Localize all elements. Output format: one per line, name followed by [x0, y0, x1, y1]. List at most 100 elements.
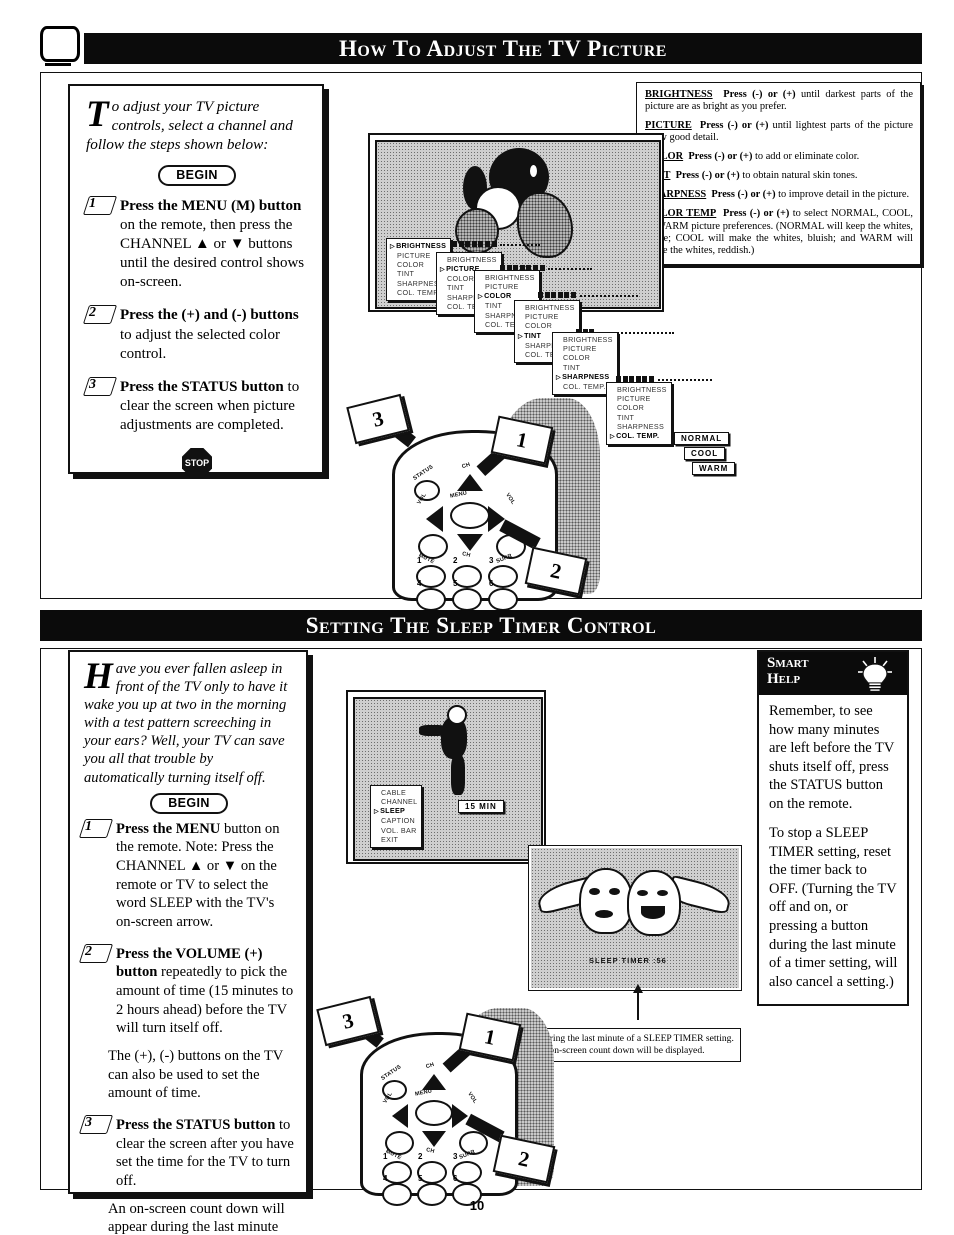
tragedy-mask-mouth [595, 910, 613, 918]
comedy-mask-mouth [641, 906, 665, 919]
section2-instruction-panel: Have you ever fallen asleep in front of … [68, 650, 308, 1235]
section1-step-3: 3 Press the STATUS button to clear the s… [82, 377, 308, 436]
section2-dropcap: H [84, 656, 113, 697]
osd-item-brightness: BRIGHTNESS [563, 335, 613, 344]
sleep-timer-countdown: SLEEP TIMER :56 [589, 956, 667, 965]
cartoon-blob-gray-2 [517, 192, 573, 258]
number-key-6-label: 6 [489, 579, 494, 588]
section1-step-1: 1 Press the MENU (M) button on the remot… [82, 195, 308, 293]
section1-step-2-rest: to adjust the selected color control. [120, 326, 280, 362]
osd-item-channel: CHANNEL [381, 797, 418, 807]
osd-item-brightness: BRIGHTNESS [525, 303, 575, 312]
tragedy-mask-eye-left [589, 888, 600, 895]
cartoon-blob-gray [455, 208, 499, 254]
menu-button[interactable] [450, 502, 490, 529]
number-key-2-label: 2 [453, 556, 458, 565]
osd-level-bar-3 [538, 292, 638, 298]
section1-banner: How to Adjust the TV Picture [84, 33, 922, 64]
volume-down-button[interactable] [426, 506, 443, 532]
osd-item-sharpness: SHARPNESS [556, 372, 613, 382]
masks-illustration: SLEEP TIMER :56 [528, 845, 742, 991]
definition-picture: PICTURE Press (-) or (+) until lightest … [645, 120, 913, 144]
step-number-2: 2 [78, 943, 114, 963]
section2-title: Setting the Sleep Timer Control [305, 612, 657, 638]
step-number-1: 1 [82, 195, 118, 215]
section2-banner: Setting the Sleep Timer Control [40, 610, 922, 641]
menu-button[interactable] [415, 1100, 453, 1126]
step-number-3: 3 [78, 1115, 114, 1135]
osd-item-brightness: BRIGHTNESS [447, 255, 497, 264]
color-temp-option-normal: NORMAL [674, 432, 730, 445]
section2-step-2: 2 Press the VOLUME (+) button repeatedly… [78, 943, 294, 1038]
number-key-1-label: 1 [383, 1152, 388, 1161]
osd-item-vol-bar: VOL. BAR [381, 825, 417, 835]
definition-tint: TINT Press (-) or (+) to obtain natural … [645, 170, 858, 182]
number-key-3-label: 3 [489, 556, 494, 565]
number-key-4-label: 4 [383, 1174, 388, 1183]
countdown-pointer-arrow [633, 984, 643, 1020]
osd-menu-sleep: CABLE CHANNEL SLEEP CAPTION VOL. BAR EXI… [370, 785, 423, 849]
color-temp-option-cool: COOL [684, 447, 726, 460]
section2-extra-paragraph-1: The (+), (-) buttons on the TV can also … [108, 1048, 284, 1102]
comedy-mask-eye-left [637, 890, 648, 896]
channel-down-button[interactable] [457, 534, 483, 551]
section1-begin-badge: BEGIN [158, 164, 236, 186]
osd-item-picture: PICTURE [525, 312, 559, 322]
osd-item-brightness: BRIGHTNESS [485, 273, 535, 282]
step-number-1: 1 [78, 818, 114, 838]
definition-sharpness: SHARPNESS Press (-) or (+) to improve de… [645, 189, 910, 201]
section1-instruction-panel: To adjust your TV picture controls, sele… [68, 84, 324, 478]
osd-item-sleep: SLEEP [374, 806, 417, 816]
section1-step-3-bold: Press the STATUS button [120, 379, 284, 396]
channel-down-button[interactable] [422, 1131, 446, 1147]
smart-help-header: Smart Help [759, 652, 907, 695]
section2-step-1: 1 Press the MENU button on the remote. N… [78, 818, 294, 932]
number-key-4[interactable] [416, 588, 446, 611]
comedy-mask-icon [627, 870, 681, 936]
osd-item-tint: TINT [617, 412, 635, 422]
osd-item-color: COLOR [563, 353, 591, 363]
osd-item-brightness: BRIGHTNESS [617, 385, 667, 394]
runner-figure-head [447, 705, 467, 725]
page-number: 10 [469, 1198, 485, 1213]
picture-control-definitions: BRIGHTNESS Press (-) or (+) until darkes… [636, 82, 921, 265]
definition-brightness: BRIGHTNESS Press (-) or (+) until darkes… [645, 89, 913, 113]
comedy-mask-eye-right [657, 890, 668, 896]
channel-up-button[interactable] [422, 1074, 446, 1090]
number-key-1-label: 1 [417, 556, 422, 565]
section1-step-1-rest: on the remote, then press the CHANNEL ▲ … [120, 216, 305, 291]
section1-intro-text: o adjust your TV picture controls, selec… [86, 98, 293, 153]
masks-screen: SLEEP TIMER :56 [531, 848, 739, 988]
step-number-2: 2 [82, 305, 118, 325]
osd-item-color-temp: COL. TEMP. [563, 381, 606, 391]
smart-help-box: Smart Help Remember, to see how many min… [757, 650, 909, 1006]
osd-item-color-temp: COL. TEMP. [610, 431, 667, 441]
tragedy-mask-icon [579, 868, 633, 934]
number-key-6[interactable] [488, 588, 518, 611]
color-temp-option-warm: WARM [692, 462, 736, 475]
section2-step-3: 3 Press the STATUS button to clear the s… [78, 1115, 294, 1191]
osd-level-bar-1 [452, 241, 540, 247]
number-key-5[interactable] [452, 588, 482, 611]
osd-item-picture: PICTURE [485, 282, 519, 292]
lightbulb-icon [858, 657, 892, 692]
section2-step-1-rest: button on the remote. Note: Press the CH… [116, 820, 280, 931]
osd-menu-6: BRIGHTNESS PICTURE COLOR TINT SHARPNESS … [606, 382, 672, 446]
section2-begin-badge: BEGIN [150, 792, 228, 814]
section2-step-3-bold: Press the STATUS button [116, 1117, 276, 1134]
number-key-4-label: 4 [417, 579, 422, 588]
number-key-3-label: 3 [453, 1152, 458, 1161]
osd-item-color: COLOR [525, 321, 553, 331]
volume-down-button[interactable] [392, 1104, 408, 1128]
runner-figure-arm [419, 725, 447, 736]
channel-up-button[interactable] [457, 474, 483, 491]
section1-intro: To adjust your TV picture controls, sele… [86, 96, 308, 155]
section2-step-1-bold: Press the MENU [116, 820, 221, 837]
section2-intro: Have you ever fallen asleep in front of … [84, 656, 294, 787]
section1-step-2: 2 Press the (+) and (-) buttons to adjus… [82, 305, 308, 364]
osd-item-picture: PICTURE [617, 394, 651, 404]
osd-item-color: COLOR [617, 403, 645, 413]
definition-color-temp: COLOR TEMP Press (-) or (+) to select NO… [645, 208, 913, 256]
tv-icon [40, 26, 80, 66]
sleep-timer-caption: During the last minute of a SLEEP TIMER … [531, 1028, 741, 1062]
